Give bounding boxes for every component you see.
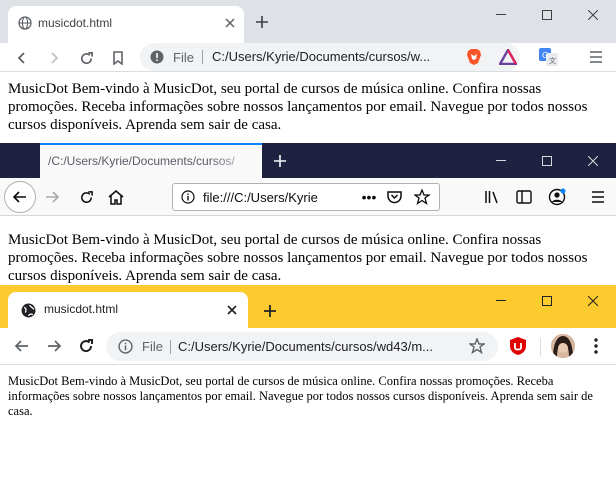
tab-local-file[interactable]: /C:/Users/Kyrie/Documents/cursos/: [40, 143, 262, 178]
tab-title: musicdot.html: [38, 16, 113, 30]
omnibox-separator: [170, 340, 171, 354]
brave-lion-icon[interactable]: [464, 47, 484, 67]
sidebar-icon[interactable]: [514, 187, 534, 207]
globe-icon: [18, 16, 32, 30]
reload-icon[interactable]: [76, 48, 96, 68]
toolbar: file:///C:/Users/Kyrie •••: [0, 178, 616, 216]
address-bar[interactable]: File C:/Users/Kyrie/Documents/cursos/w..…: [140, 43, 520, 71]
extension-triangle-icon[interactable]: [498, 47, 518, 67]
maximize-button[interactable]: [524, 285, 570, 317]
info-icon[interactable]: [181, 190, 195, 204]
new-tab-icon[interactable]: [260, 301, 280, 321]
pocket-icon[interactable]: [385, 189, 403, 205]
back-arrow-icon[interactable]: [4, 181, 36, 213]
tab-musicdot[interactable]: musicdot.html: [8, 292, 248, 328]
menu-icon[interactable]: [586, 47, 606, 67]
toolbar: File C:/Users/Kyrie/Documents/cursos/wd4…: [0, 328, 616, 365]
tab-title: musicdot.html: [44, 302, 119, 316]
info-icon[interactable]: [150, 50, 164, 64]
new-tab-icon[interactable]: [252, 12, 272, 32]
tab-musicdot[interactable]: musicdot.html: [8, 6, 244, 43]
info-icon[interactable]: [118, 339, 133, 354]
omnibox-separator: [202, 50, 203, 64]
minimize-button[interactable]: [478, 285, 524, 317]
forward-arrow-icon[interactable]: [42, 187, 62, 207]
minimize-button[interactable]: [478, 0, 524, 30]
tab-bar: musicdot.html: [0, 0, 616, 43]
new-tab-icon[interactable]: [270, 151, 290, 171]
translate-icon[interactable]: G文: [538, 47, 560, 67]
ublock-icon[interactable]: [508, 335, 528, 357]
maximize-button[interactable]: [524, 143, 570, 178]
svg-text:G: G: [542, 51, 548, 60]
reload-icon[interactable]: [76, 336, 96, 356]
tab-bar: musicdot.html: [0, 285, 616, 328]
back-arrow-icon[interactable]: [12, 336, 32, 356]
svg-text:文: 文: [549, 56, 556, 65]
star-icon[interactable]: [413, 188, 431, 206]
bookmark-icon[interactable]: [108, 48, 128, 68]
minimize-button[interactable]: [478, 143, 524, 178]
menu-icon[interactable]: [586, 336, 606, 356]
browser-window-chrome-grey: musicdot.html File C:/Users/Kyrie/Docume…: [0, 0, 616, 143]
page-content: MusicDot Bem-vindo à MusicDot, seu porta…: [8, 232, 588, 284]
star-icon[interactable]: [468, 337, 486, 355]
page-content: MusicDot Bem-vindo à MusicDot, seu porta…: [8, 374, 593, 418]
forward-arrow-icon[interactable]: [44, 48, 64, 68]
url-text[interactable]: file:///C:/Users/Kyrie: [203, 190, 353, 205]
back-arrow-icon[interactable]: [12, 48, 32, 68]
forward-arrow-icon[interactable]: [44, 336, 64, 356]
home-icon[interactable]: [106, 187, 126, 207]
tab-title-fade: [210, 145, 262, 178]
page-actions-icon[interactable]: •••: [359, 189, 379, 205]
library-icon[interactable]: [482, 187, 502, 207]
close-icon[interactable]: [224, 302, 240, 318]
omnibox-scheme-label: File: [173, 50, 194, 65]
account-icon[interactable]: [546, 186, 568, 208]
close-window-button[interactable]: [570, 0, 616, 30]
url-text[interactable]: C:/Users/Kyrie/Documents/cursos/wd43/m..…: [178, 339, 460, 354]
page-content: MusicDot Bem-vindo à MusicDot, seu porta…: [8, 81, 588, 133]
address-bar[interactable]: File C:/Users/Kyrie/Documents/cursos/wd4…: [106, 332, 498, 361]
maximize-button[interactable]: [524, 0, 570, 30]
avatar[interactable]: [551, 334, 575, 358]
menu-icon[interactable]: [588, 187, 608, 207]
toolbar-separator: [540, 338, 541, 356]
close-window-button[interactable]: [570, 285, 616, 317]
address-bar[interactable]: file:///C:/Users/Kyrie •••: [172, 183, 440, 211]
close-window-button[interactable]: [570, 143, 616, 178]
browser-window-firefox: /C:/Users/Kyrie/Documents/cursos/ file:/…: [0, 143, 616, 285]
globe-icon: [20, 302, 36, 318]
reload-icon[interactable]: [76, 187, 96, 207]
tab-bar: /C:/Users/Kyrie/Documents/cursos/: [0, 143, 616, 178]
omnibox-scheme-label: File: [142, 339, 163, 354]
browser-window-chrome-yellow: musicdot.html File C:/Users/Kyrie/Docume…: [0, 285, 616, 491]
close-icon[interactable]: [222, 15, 238, 31]
toolbar: File C:/Users/Kyrie/Documents/cursos/w..…: [0, 43, 616, 72]
